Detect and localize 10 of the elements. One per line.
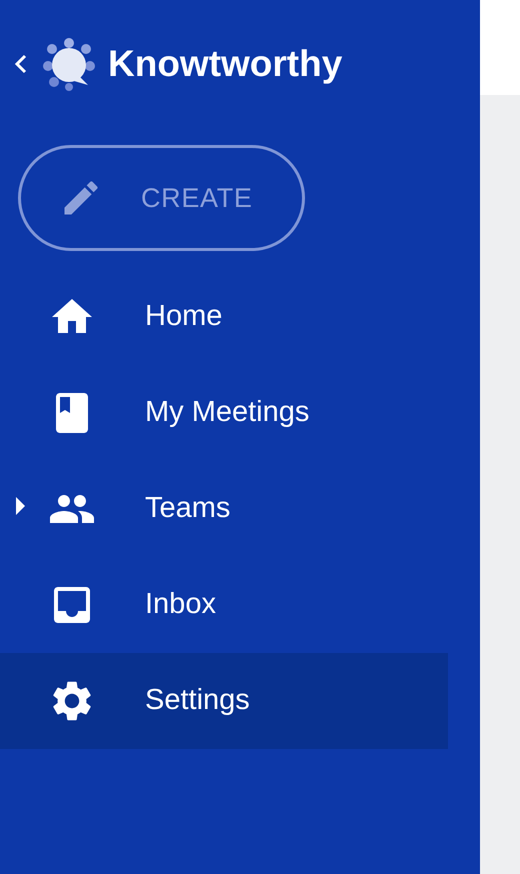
nav-label: Teams <box>145 491 230 526</box>
caret-right-icon[interactable] <box>14 495 26 517</box>
nav-label: My Meetings <box>145 395 310 430</box>
nav-label: Inbox <box>145 587 216 622</box>
nav-label: Home <box>145 299 222 334</box>
nav-label: Settings <box>145 683 250 718</box>
logo-icon <box>42 37 96 91</box>
chevron-left-icon <box>14 53 28 75</box>
nav-item[interactable]: Settings <box>0 653 448 749</box>
app-title: Knowtworthy <box>108 42 342 86</box>
